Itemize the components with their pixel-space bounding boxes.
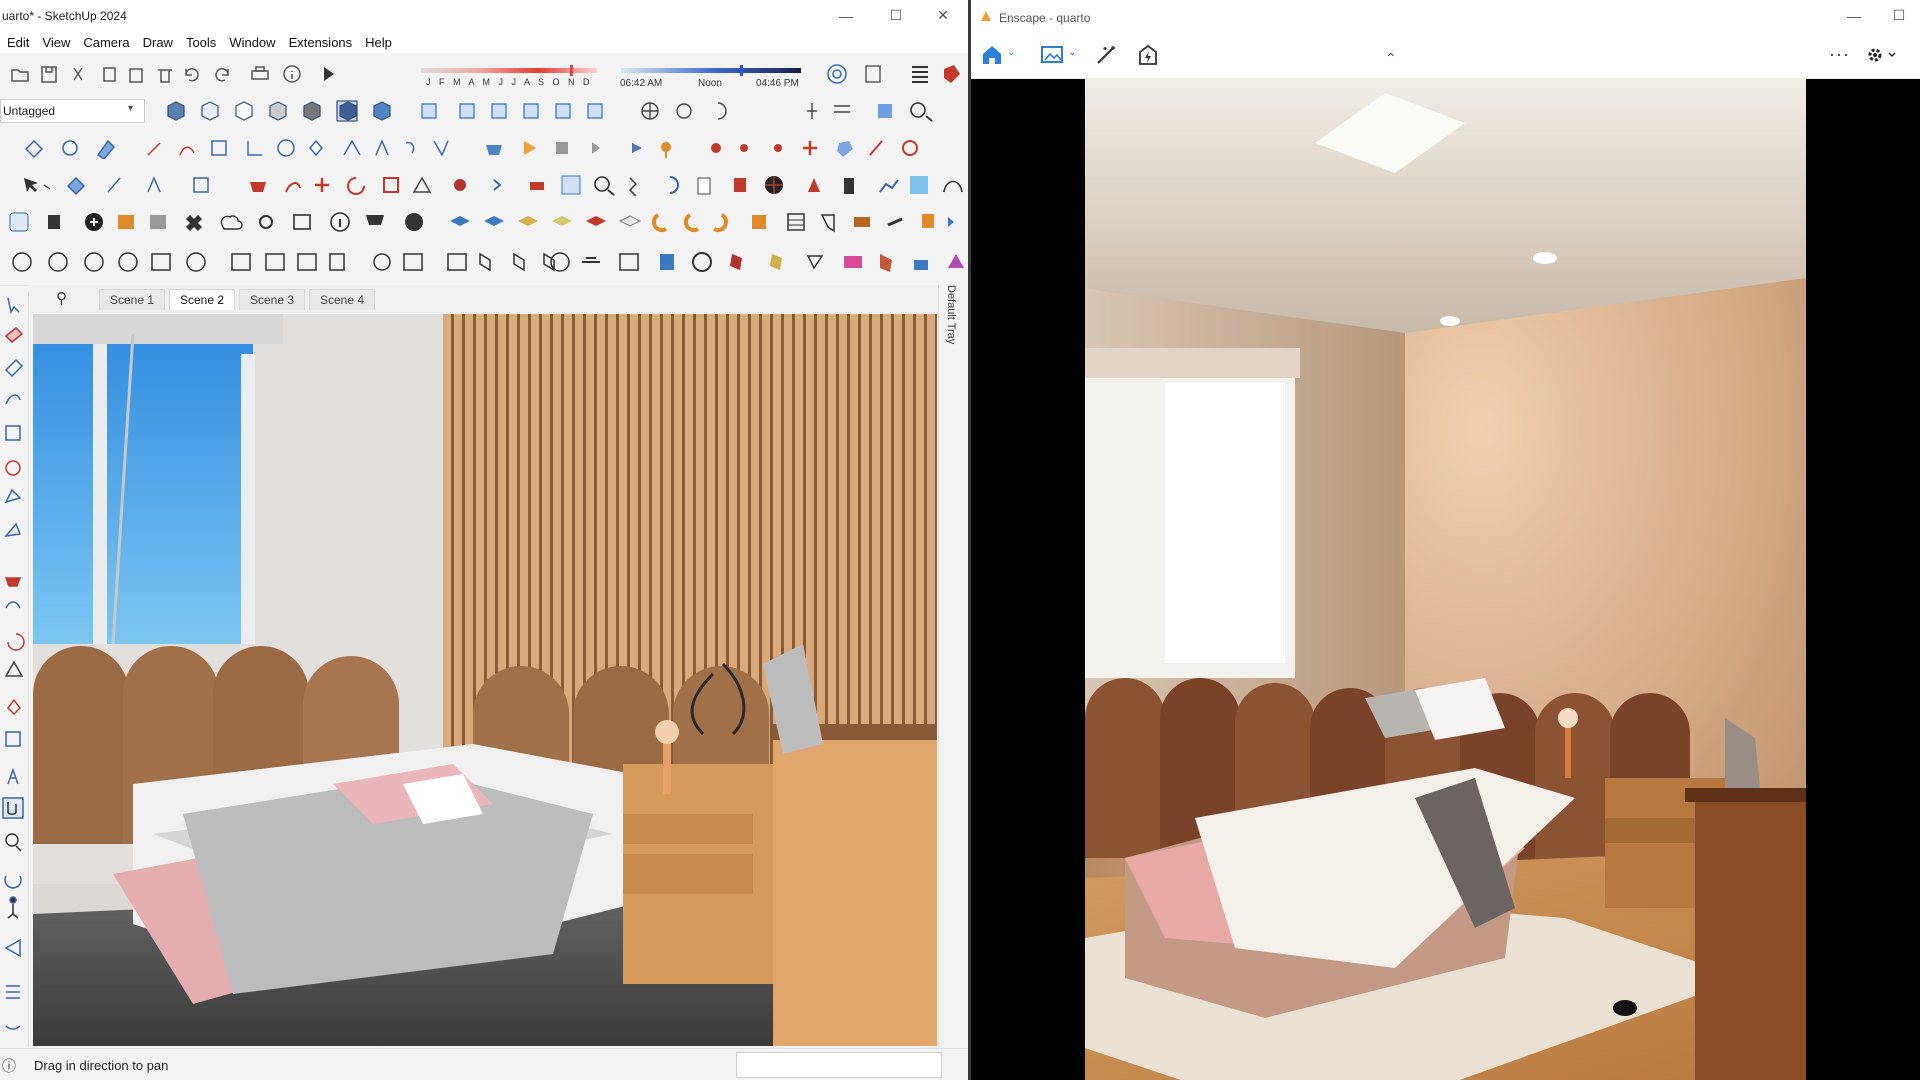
toolbar-row-5 — [0, 203, 968, 241]
time-noon-label: Noon — [698, 78, 722, 89]
chevron-down-icon: ▾ — [128, 103, 134, 114]
home-icon[interactable] — [981, 44, 1003, 66]
magic-wand-icon[interactable] — [1095, 44, 1119, 66]
image-dropdown-chevron-icon[interactable]: ⌄ — [1068, 47, 1076, 58]
shadow-time-slider[interactable]: 06:42 AM Noon 04:46 PM — [618, 60, 804, 90]
large-tool-set-icons[interactable] — [2, 296, 26, 1046]
tag-select-value: Untagged — [3, 104, 56, 118]
menu-tools[interactable]: Tools — [179, 31, 222, 50]
image-icon[interactable] — [1041, 44, 1065, 66]
enscape-logo-icon — [981, 11, 991, 21]
toolbar-row-1: J F M A M J J A S O N D 06:42 AM Noon 04… — [0, 55, 968, 93]
menu-window[interactable]: Window — [222, 31, 281, 50]
drawing-tools-icons[interactable] — [4, 137, 964, 159]
time-start-label: 06:42 AM — [620, 78, 663, 89]
enscape-window: Enscape - quarto — ☐ ⌄ ⌄ ⌃ ··· — [971, 0, 1920, 1080]
toolbar-row-4 — [0, 166, 968, 204]
search-icon[interactable]: ⚲ — [56, 289, 67, 307]
left-toolbar — [0, 292, 29, 1047]
toolbar-row-3 — [0, 129, 968, 167]
file-tools-icon[interactable] — [8, 64, 408, 84]
month-labels: J F M A M J J A S O N D — [426, 77, 593, 87]
toolbar-row-6 — [0, 240, 968, 286]
status-text: Drag in direction to pan — [34, 1058, 169, 1073]
enscape-toolbar: ⌄ ⌄ ⌃ ··· — [971, 34, 1920, 79]
lightning-icon[interactable] — [1137, 44, 1159, 66]
more-icon[interactable]: ··· — [1829, 44, 1850, 65]
default-tray[interactable]: Default Tray — [938, 285, 968, 1047]
status-bar: ⓘ Drag in direction to pan — [0, 1048, 968, 1080]
menu-camera[interactable]: Camera — [76, 31, 135, 50]
default-tray-label: Default Tray — [945, 285, 957, 345]
scene-tabs: ⚲ Scene 1 Scene 2 Scene 3 Scene 4 — [28, 285, 938, 313]
sketchup-window: uarto* - SketchUp 2024 — ☐ ✕ Edit View Cam… — [0, 0, 968, 1080]
menu-bar: Edit View Camera Draw Tools Window Extensions H… — [0, 31, 968, 53]
collapse-chevron-icon[interactable]: ⌃ — [1385, 50, 1397, 67]
sketchup-viewport[interactable] — [33, 314, 937, 1046]
info-icon[interactable]: ⓘ — [2, 1056, 16, 1076]
enscape-minimize-button[interactable]: — — [1831, 0, 1877, 31]
close-button[interactable]: ✕ — [920, 0, 966, 31]
enscape-titlebar: Enscape - quarto — ☐ — [971, 0, 1920, 34]
tab-scene-4[interactable]: Scene 4 — [309, 289, 376, 310]
settings-icon[interactable] — [1865, 44, 1909, 66]
minimize-button[interactable]: — — [823, 0, 869, 31]
home-dropdown-chevron-icon[interactable]: ⌄ — [1007, 47, 1015, 58]
enscape-maximize-button[interactable]: ☐ — [1876, 0, 1920, 31]
tag-select[interactable]: Untagged ▾ — [0, 99, 145, 123]
toolbar-row-2: Untagged ▾ — [0, 92, 968, 130]
shadow-month-slider[interactable]: J F M A M J J A S O N D — [418, 60, 600, 90]
enscape-title: Enscape - quarto — [999, 11, 1091, 25]
sketchup-titlebar: uarto* - SketchUp 2024 — ☐ ✕ — [0, 0, 968, 32]
tab-scene-3[interactable]: Scene 3 — [239, 289, 306, 310]
extension-tools-icons[interactable] — [4, 211, 964, 233]
style-view-icons[interactable] — [162, 100, 962, 122]
menu-draw[interactable]: Draw — [136, 31, 179, 50]
right-toolbar-icons[interactable] — [826, 63, 966, 85]
sketchup-title: uarto* - SketchUp 2024 — [2, 9, 127, 23]
solid-tools-icons[interactable] — [4, 250, 964, 274]
tab-scene-1[interactable]: Scene 1 — [99, 289, 166, 310]
measurements-box[interactable] — [736, 1052, 942, 1078]
time-end-label: 04:46 PM — [756, 78, 799, 89]
menu-help[interactable]: Help — [358, 31, 398, 50]
tab-scene-2[interactable]: Scene 2 — [169, 289, 236, 310]
edit-tools-icons[interactable] — [4, 174, 964, 196]
enscape-bedroom-render — [1085, 78, 1806, 1080]
menu-extensions[interactable]: Extensions — [282, 31, 359, 50]
sketchup-scene-render — [33, 314, 937, 1046]
maximize-button[interactable]: ☐ — [873, 0, 919, 31]
menu-view[interactable]: View — [35, 31, 76, 50]
menu-edit[interactable]: Edit — [0, 31, 35, 50]
enscape-render-viewport[interactable] — [1085, 78, 1806, 1080]
